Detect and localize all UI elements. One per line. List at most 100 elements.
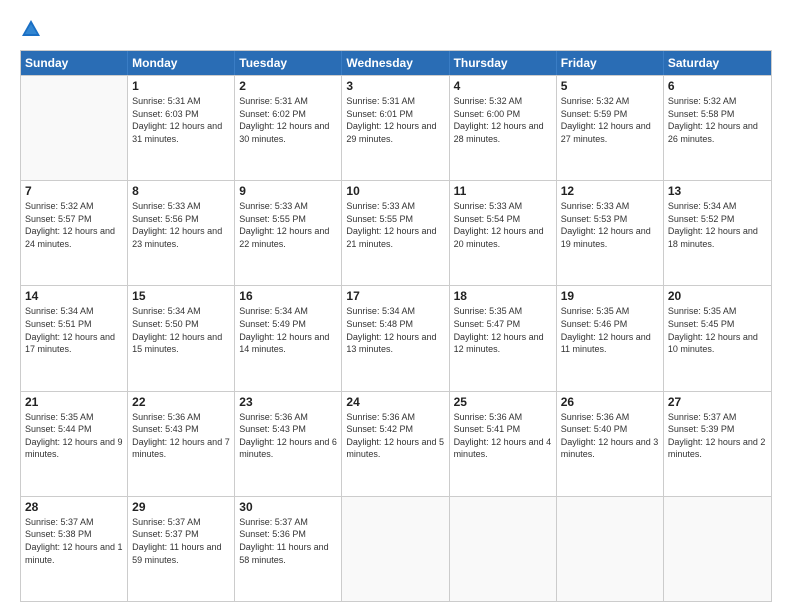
calendar-cell: 2 Sunrise: 5:31 AMSunset: 6:02 PMDaylight… <box>235 76 342 180</box>
header <box>20 18 772 40</box>
day-number: 6 <box>668 79 767 93</box>
calendar-cell <box>557 497 664 601</box>
calendar-cell: 15 Sunrise: 5:34 AMSunset: 5:50 PMDayligh… <box>128 286 235 390</box>
calendar-row: 28 Sunrise: 5:37 AMSunset: 5:38 PMDayligh… <box>21 496 771 601</box>
day-number: 15 <box>132 289 230 303</box>
day-number: 1 <box>132 79 230 93</box>
day-info: Sunrise: 5:34 AMSunset: 5:50 PMDaylight:… <box>132 305 230 355</box>
calendar-cell: 27Sunrise: 5:37 AMSunset: 5:39 PMDayligh… <box>664 392 771 496</box>
day-info: Sunrise: 5:34 AMSunset: 5:48 PMDaylight:… <box>346 305 444 355</box>
calendar-row: 1 Sunrise: 5:31 AMSunset: 6:03 PMDaylight… <box>21 75 771 180</box>
page: SundayMondayTuesdayWednesdayThursdayFrid… <box>0 0 792 612</box>
calendar-cell: 28 Sunrise: 5:37 AMSunset: 5:38 PMDayligh… <box>21 497 128 601</box>
calendar-cell: 5 Sunrise: 5:32 AMSunset: 5:59 PMDaylight… <box>557 76 664 180</box>
calendar-cell: 11 Sunrise: 5:33 AMSunset: 5:54 PMDayligh… <box>450 181 557 285</box>
day-info: Sunrise: 5:36 AMSunset: 5:42 PMDaylight:… <box>346 411 444 461</box>
day-info: Sunrise: 5:34 AMSunset: 5:51 PMDaylight:… <box>25 305 123 355</box>
day-info: Sunrise: 5:32 AMSunset: 5:59 PMDaylight:… <box>561 95 659 145</box>
calendar-cell: 24 Sunrise: 5:36 AMSunset: 5:42 PMDayligh… <box>342 392 449 496</box>
day-number: 11 <box>454 184 552 198</box>
day-info: Sunrise: 5:32 AMSunset: 6:00 PMDaylight:… <box>454 95 552 145</box>
day-number: 13 <box>668 184 767 198</box>
day-number: 8 <box>132 184 230 198</box>
calendar-row: 21 Sunrise: 5:35 AMSunset: 5:44 PMDayligh… <box>21 391 771 496</box>
day-info: Sunrise: 5:35 AMSunset: 5:47 PMDaylight:… <box>454 305 552 355</box>
day-info: Sunrise: 5:31 AMSunset: 6:02 PMDaylight:… <box>239 95 337 145</box>
day-number: 17 <box>346 289 444 303</box>
calendar-cell: 22 Sunrise: 5:36 AMSunset: 5:43 PMDayligh… <box>128 392 235 496</box>
day-info: Sunrise: 5:32 AMSunset: 5:58 PMDaylight:… <box>668 95 767 145</box>
header-day: Saturday <box>664 51 771 75</box>
calendar-cell: 10Sunrise: 5:33 AMSunset: 5:55 PMDayligh… <box>342 181 449 285</box>
logo-icon <box>20 18 42 40</box>
day-number: 9 <box>239 184 337 198</box>
calendar-cell: 13 Sunrise: 5:34 AMSunset: 5:52 PMDayligh… <box>664 181 771 285</box>
day-number: 30 <box>239 500 337 514</box>
day-number: 4 <box>454 79 552 93</box>
calendar-cell <box>342 497 449 601</box>
day-info: Sunrise: 5:31 AMSunset: 6:01 PMDaylight:… <box>346 95 444 145</box>
calendar-cell: 4 Sunrise: 5:32 AMSunset: 6:00 PMDaylight… <box>450 76 557 180</box>
day-info: Sunrise: 5:33 AMSunset: 5:55 PMDaylight:… <box>239 200 337 250</box>
day-info: Sunrise: 5:33 AMSunset: 5:54 PMDaylight:… <box>454 200 552 250</box>
day-number: 16 <box>239 289 337 303</box>
day-number: 7 <box>25 184 123 198</box>
day-number: 20 <box>668 289 767 303</box>
calendar-header: SundayMondayTuesdayWednesdayThursdayFrid… <box>21 51 771 75</box>
day-info: Sunrise: 5:35 AMSunset: 5:46 PMDaylight:… <box>561 305 659 355</box>
day-number: 18 <box>454 289 552 303</box>
day-number: 21 <box>25 395 123 409</box>
day-info: Sunrise: 5:36 AMSunset: 5:40 PMDaylight:… <box>561 411 659 461</box>
day-info: Sunrise: 5:31 AMSunset: 6:03 PMDaylight:… <box>132 95 230 145</box>
day-number: 22 <box>132 395 230 409</box>
calendar-cell: 18 Sunrise: 5:35 AMSunset: 5:47 PMDayligh… <box>450 286 557 390</box>
calendar-cell: 20 Sunrise: 5:35 AMSunset: 5:45 PMDayligh… <box>664 286 771 390</box>
header-day: Thursday <box>450 51 557 75</box>
calendar-body: 1 Sunrise: 5:31 AMSunset: 6:03 PMDaylight… <box>21 75 771 601</box>
header-day: Wednesday <box>342 51 449 75</box>
calendar-cell: 14 Sunrise: 5:34 AMSunset: 5:51 PMDayligh… <box>21 286 128 390</box>
calendar-cell: 1 Sunrise: 5:31 AMSunset: 6:03 PMDaylight… <box>128 76 235 180</box>
day-number: 23 <box>239 395 337 409</box>
day-info: Sunrise: 5:34 AMSunset: 5:52 PMDaylight:… <box>668 200 767 250</box>
header-day: Friday <box>557 51 664 75</box>
day-info: Sunrise: 5:37 AMSunset: 5:39 PMDaylight:… <box>668 411 767 461</box>
calendar-cell: 9 Sunrise: 5:33 AMSunset: 5:55 PMDaylight… <box>235 181 342 285</box>
calendar-cell: 25Sunrise: 5:36 AMSunset: 5:41 PMDayligh… <box>450 392 557 496</box>
calendar-cell: 26 Sunrise: 5:36 AMSunset: 5:40 PMDayligh… <box>557 392 664 496</box>
day-number: 12 <box>561 184 659 198</box>
header-day: Monday <box>128 51 235 75</box>
calendar-cell: 8 Sunrise: 5:33 AMSunset: 5:56 PMDaylight… <box>128 181 235 285</box>
day-info: Sunrise: 5:37 AMSunset: 5:37 PMDaylight:… <box>132 516 230 566</box>
day-info: Sunrise: 5:35 AMSunset: 5:45 PMDaylight:… <box>668 305 767 355</box>
day-info: Sunrise: 5:37 AMSunset: 5:38 PMDaylight:… <box>25 516 123 566</box>
calendar-cell: 16Sunrise: 5:34 AMSunset: 5:49 PMDayligh… <box>235 286 342 390</box>
day-number: 24 <box>346 395 444 409</box>
calendar-cell <box>21 76 128 180</box>
header-day: Tuesday <box>235 51 342 75</box>
day-info: Sunrise: 5:33 AMSunset: 5:56 PMDaylight:… <box>132 200 230 250</box>
header-day: Sunday <box>21 51 128 75</box>
calendar-cell: 12 Sunrise: 5:33 AMSunset: 5:53 PMDayligh… <box>557 181 664 285</box>
day-number: 14 <box>25 289 123 303</box>
day-number: 19 <box>561 289 659 303</box>
day-number: 26 <box>561 395 659 409</box>
calendar-cell <box>664 497 771 601</box>
day-number: 2 <box>239 79 337 93</box>
day-info: Sunrise: 5:36 AMSunset: 5:41 PMDaylight:… <box>454 411 552 461</box>
calendar-cell: 29Sunrise: 5:37 AMSunset: 5:37 PMDayligh… <box>128 497 235 601</box>
calendar-cell: 6 Sunrise: 5:32 AMSunset: 5:58 PMDaylight… <box>664 76 771 180</box>
calendar: SundayMondayTuesdayWednesdayThursdayFrid… <box>20 50 772 602</box>
day-number: 3 <box>346 79 444 93</box>
day-number: 28 <box>25 500 123 514</box>
calendar-cell: 7Sunrise: 5:32 AMSunset: 5:57 PMDaylight… <box>21 181 128 285</box>
day-number: 5 <box>561 79 659 93</box>
day-number: 10 <box>346 184 444 198</box>
day-info: Sunrise: 5:33 AMSunset: 5:53 PMDaylight:… <box>561 200 659 250</box>
calendar-cell: 21 Sunrise: 5:35 AMSunset: 5:44 PMDayligh… <box>21 392 128 496</box>
calendar-cell: 17 Sunrise: 5:34 AMSunset: 5:48 PMDayligh… <box>342 286 449 390</box>
calendar-cell: 19 Sunrise: 5:35 AMSunset: 5:46 PMDayligh… <box>557 286 664 390</box>
day-info: Sunrise: 5:35 AMSunset: 5:44 PMDaylight:… <box>25 411 123 461</box>
calendar-cell: 30Sunrise: 5:37 AMSunset: 5:36 PMDayligh… <box>235 497 342 601</box>
day-info: Sunrise: 5:36 AMSunset: 5:43 PMDaylight:… <box>132 411 230 461</box>
